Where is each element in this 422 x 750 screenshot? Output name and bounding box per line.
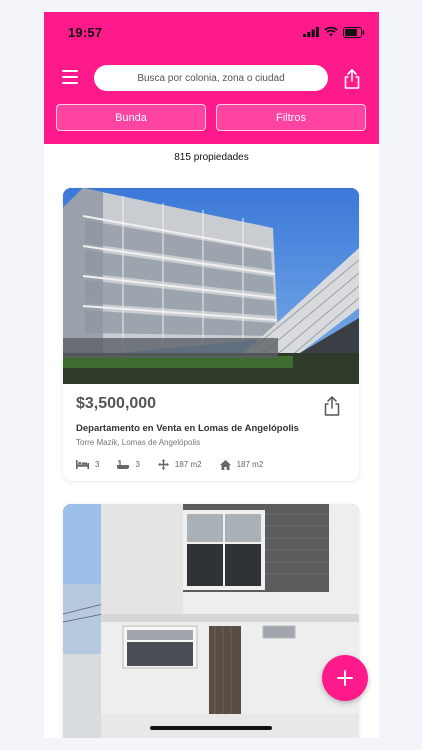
bedrooms-count: 3 [95, 460, 100, 469]
bathtub-icon [117, 459, 130, 469]
app-header: 19:57 Busca por colonia, zona o ciudad B… [44, 12, 379, 144]
listing-photo[interactable] [63, 188, 359, 384]
phone-screen: 19:57 Busca por colonia, zona o ciudad B… [44, 12, 379, 738]
listing-photo[interactable] [63, 504, 359, 738]
bed-icon [76, 460, 89, 469]
built-area-value: 187 m2 [236, 460, 264, 469]
listing-location: Torre Mazik, Lomas de Angelópolis [76, 438, 201, 447]
home-indicator[interactable] [150, 726, 272, 730]
wifi-icon [324, 27, 338, 37]
hamburger-menu-icon[interactable] [62, 70, 78, 84]
listing-features: 3 3 187 m2 187 m2 [76, 459, 281, 470]
listing-price: $3,500,000 [76, 395, 157, 412]
built-area-feature: 187 m2 [219, 459, 264, 470]
bathrooms-feature: 3 [117, 459, 140, 470]
results-count: 815 propiedades [174, 152, 249, 163]
bunda-chip[interactable]: Bunda [56, 104, 206, 131]
search-input[interactable] [94, 65, 328, 91]
house-photo-image [63, 504, 359, 738]
plus-icon [337, 670, 353, 686]
listing-card[interactable] [63, 504, 359, 738]
building-photo-image [63, 188, 359, 384]
signal-icon [303, 27, 319, 37]
status-bar: 19:57 [44, 12, 379, 52]
bedrooms-feature: 3 [76, 460, 99, 469]
listing-card[interactable]: $3,500,000 Departamento en Venta en Loma… [63, 188, 359, 481]
status-icons [303, 26, 365, 38]
listing-title: Departamento en Venta en Lomas de Angeló… [76, 423, 299, 434]
home-icon [219, 459, 231, 470]
lot-area-value: 187 m2 [174, 460, 202, 469]
battery-icon [343, 26, 365, 38]
add-button[interactable] [322, 655, 368, 701]
share-icon[interactable] [343, 69, 361, 89]
bathrooms-count: 3 [135, 460, 140, 469]
move-arrows-icon [157, 459, 169, 470]
share-icon[interactable] [323, 396, 341, 416]
lot-area-feature: 187 m2 [157, 459, 202, 470]
status-time: 19:57 [68, 25, 103, 40]
filters-button[interactable]: Filtros [216, 104, 366, 131]
